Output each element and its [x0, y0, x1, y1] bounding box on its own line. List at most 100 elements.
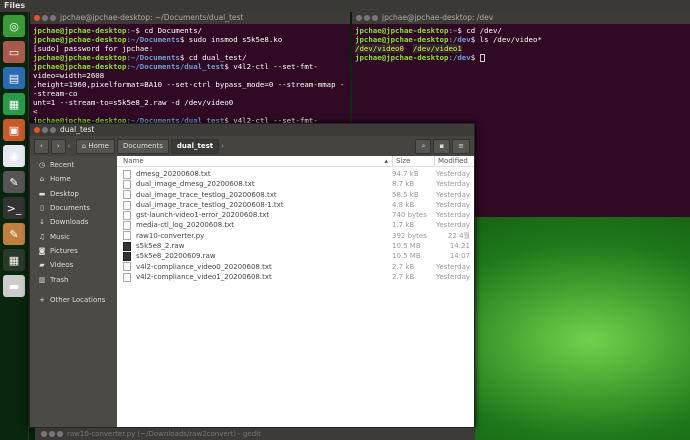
terminal-output[interactable]: jpchae@jpchae-desktop:~$ cd /dev/ jpchae… — [352, 24, 690, 64]
files-toolbar: ‹ › ‹ ⌂ Home Documents dual_test › ⌕ ▪ ≡ — [30, 136, 474, 156]
maximize-button[interactable] — [50, 127, 56, 133]
column-modified[interactable]: Modified — [434, 156, 474, 166]
gedit-window-titlebar[interactable]: raw10-converter.py (~/Downloads/raw2conv… — [35, 428, 475, 440]
trash-icon: ▥ — [38, 275, 46, 284]
menu-button[interactable]: ≡ — [452, 138, 470, 154]
prompt-user: jpchae@jpchae-desktop — [33, 53, 127, 62]
calc-icon[interactable]: ▦ — [3, 93, 25, 115]
path-home-button[interactable]: ⌂ Home — [75, 138, 115, 154]
file-row[interactable]: gst-launch-video1-error_20200608.txt 740 … — [117, 210, 474, 220]
impress-icon[interactable]: ▣ — [3, 119, 25, 141]
close-button[interactable] — [356, 15, 362, 21]
file-name: v4l2-compliance_video0_20200608.txt — [136, 262, 272, 271]
prompt-path: :~/Documents/dual_test — [126, 62, 225, 71]
minimize-button[interactable] — [364, 15, 370, 21]
files-titlebar: dual_test — [30, 124, 474, 136]
sidebar-item-label: Home — [50, 175, 71, 184]
path-scroll-right-icon[interactable]: › — [221, 142, 227, 150]
camera-icon: ◙ — [38, 246, 46, 255]
sidebar-item-label: Downloads — [50, 218, 89, 227]
path-documents-button[interactable]: Documents — [116, 138, 169, 154]
close-button[interactable] — [41, 431, 47, 437]
sidebar-item-desktop[interactable]: ▬ Desktop — [30, 187, 117, 201]
sidebar-item-music[interactable]: ♫ Music — [30, 229, 117, 243]
settings-icon[interactable]: ✎ — [3, 171, 25, 193]
sidebar-item-pictures[interactable]: ◙ Pictures — [30, 244, 117, 258]
sort-up-icon: ▴ — [384, 156, 388, 165]
writer-icon[interactable]: ▤ — [3, 67, 25, 89]
prompt-path: :/dev — [448, 35, 471, 44]
close-button[interactable] — [34, 127, 40, 133]
sidebar-item-label: Videos — [50, 261, 74, 270]
close-button[interactable] — [34, 15, 40, 21]
sidebar-item-label: Recent — [50, 161, 75, 170]
prompt-user: jpchae@jpchae-desktop — [33, 26, 127, 35]
file-row[interactable]: dual_image_trace_testlog_20200608-1.txt 4… — [117, 200, 474, 210]
minimize-button[interactable] — [49, 431, 55, 437]
app-title: Files — [4, 1, 26, 10]
file-row[interactable]: s5k5e8_2.raw 10.5 MB 14:21 — [117, 241, 474, 251]
forward-button[interactable]: › — [50, 138, 66, 154]
path-scroll-left-icon[interactable]: ‹ — [68, 142, 74, 150]
file-row[interactable]: dmesg_20200608.txt 94.7 kB Yesterday — [117, 169, 474, 179]
sidebar-item-label: Other Locations — [50, 295, 106, 304]
file-row[interactable]: s5k5e8_20200609.raw 10.5 MB 14:07 — [117, 251, 474, 262]
command: $ — [470, 53, 480, 62]
minimize-button[interactable] — [42, 15, 48, 21]
sidebar-item-other-locations[interactable]: + Other Locations — [30, 293, 117, 307]
maximize-button[interactable] — [57, 431, 63, 437]
download-icon: ↓ — [39, 218, 45, 227]
sidebar-item-documents[interactable]: ▯ Documents — [30, 201, 117, 215]
text-file-icon — [123, 200, 131, 210]
back-button[interactable]: ‹ — [34, 138, 49, 154]
maximize-button[interactable] — [372, 15, 378, 21]
column-name[interactable]: Name ▴ — [117, 156, 392, 166]
sidebar-item-trash[interactable]: ▥ Trash — [30, 272, 117, 286]
view-grid-button[interactable]: ▪ — [433, 138, 451, 154]
maximize-button[interactable] — [50, 15, 56, 21]
terminal-window-documents[interactable]: jpchae@jpchae-desktop: ~/Documents/dual_… — [30, 12, 350, 125]
gedit-icon[interactable]: ✎ — [3, 223, 25, 245]
image-file-icon — [123, 252, 131, 262]
file-size: 8.7 kB — [392, 180, 415, 189]
minimize-button[interactable] — [42, 127, 48, 133]
command: unt=1 --stream-to=s5k5e8_2.raw -d /dev/v… — [33, 98, 234, 107]
sidebar-item-label: Pictures — [50, 246, 78, 255]
terminal-icon[interactable]: >_ — [3, 197, 25, 219]
cursor — [479, 54, 485, 62]
prompt-user: jpchae@jpchae-desktop — [33, 62, 127, 71]
folder-icon: ▬ — [38, 189, 46, 198]
file-modified: 14:21 — [449, 242, 470, 251]
files-window[interactable]: dual_test ‹ › ‹ ⌂ Home Documents dual_te… — [29, 123, 475, 428]
search-button[interactable]: ⌕ — [415, 138, 432, 154]
sidebar-item-recent[interactable]: ◷ Recent — [30, 158, 117, 172]
drive-icon[interactable]: ▬ — [3, 275, 25, 297]
file-modified: Yesterday — [436, 200, 470, 209]
file-row[interactable]: dual_image_trace_testlog_20200608.txt 58.… — [117, 190, 474, 200]
file-row[interactable]: raw10-converter.py 392 bytes 22 4월 — [117, 231, 474, 241]
file-row[interactable]: v4l2-compliance_video1_20200608.txt 2.7 k… — [117, 272, 474, 282]
software-icon[interactable]: ◉ — [3, 145, 25, 167]
sidebar-item-videos[interactable]: ▰ Videos — [30, 258, 117, 272]
file-modified: 22 4월 — [447, 231, 470, 240]
text-file-icon — [123, 190, 131, 200]
terminal-output[interactable]: jpchae@jpchae-desktop:~$ cd Documents/jp… — [30, 24, 350, 125]
file-row[interactable]: v4l2-compliance_video0_20200608.txt 2.7 k… — [117, 262, 474, 272]
workspaces-icon[interactable]: ▦ — [3, 249, 25, 271]
file-name: gst-launch-video1-error_20200608.txt — [136, 211, 270, 220]
sidebar-item-downloads[interactable]: ↓ Downloads — [30, 215, 117, 229]
file-row[interactable]: media-ctl_log_20200608.txt 1.7 kB Yesterda… — [117, 220, 474, 231]
file-size: 2.7 kB — [392, 272, 415, 281]
text-file-icon — [123, 210, 131, 220]
file-size: 392 bytes — [392, 231, 427, 240]
files-icon[interactable]: ▭ — [3, 41, 25, 63]
column-size[interactable]: Size — [392, 156, 434, 166]
file-row[interactable]: dual_image_dmesg_20200608.txt 8.7 kB Yeste… — [117, 179, 474, 189]
file-list: Name ▴ Size Modified dmesg_20200608.txt 94… — [117, 156, 474, 427]
path-dual-test-button[interactable]: dual_test — [170, 138, 220, 154]
home-icon: ⌂ — [81, 141, 87, 150]
file-name: s5k5e8_2.raw — [136, 242, 185, 251]
list-header: Name ▴ Size Modified — [117, 156, 474, 167]
ubuntu-icon[interactable]: ◎ — [3, 15, 25, 37]
sidebar-item-home[interactable]: ⌂ Home — [30, 172, 117, 186]
